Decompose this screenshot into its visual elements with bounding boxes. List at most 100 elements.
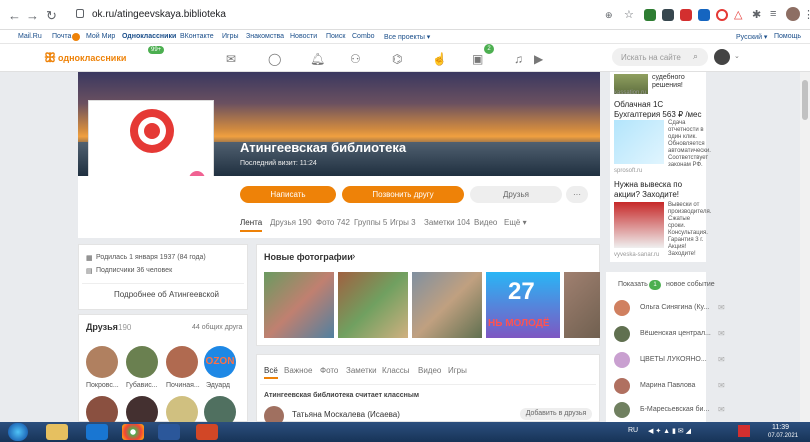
bookmark-mail[interactable]: Почта bbox=[52, 33, 71, 40]
event-item[interactable]: Марина Павлова bbox=[640, 382, 695, 389]
event-avatar[interactable] bbox=[614, 378, 630, 394]
message-icon[interactable]: ✉ bbox=[718, 303, 725, 312]
friend-name[interactable]: Починая... bbox=[166, 382, 200, 389]
message-icon[interactable]: ✉ bbox=[718, 329, 725, 338]
friend-name[interactable]: Покровс... bbox=[86, 382, 119, 389]
search-icon[interactable]: ⌕ bbox=[693, 51, 698, 62]
tab-notes[interactable]: Заметки 104 bbox=[424, 218, 470, 227]
photo-thumb[interactable] bbox=[564, 272, 600, 338]
add-friend-button[interactable]: Добавить в друзья bbox=[520, 408, 592, 420]
ad-top-source[interactable]: kassation.ru bbox=[614, 90, 646, 96]
events-label[interactable]: новое событие bbox=[666, 281, 715, 288]
friend-name[interactable]: Губавис... bbox=[126, 382, 158, 389]
tab-friends[interactable]: Друзья 190 bbox=[270, 218, 312, 227]
clock-date[interactable]: 07.07.2021 bbox=[768, 433, 798, 439]
games-icon[interactable]: ▣ bbox=[472, 52, 483, 66]
more-button[interactable]: ··· bbox=[566, 186, 588, 203]
clock-time[interactable]: 11:39 bbox=[772, 424, 789, 431]
zoom-icon[interactable]: ⊕ bbox=[605, 10, 613, 21]
event-avatar[interactable] bbox=[614, 326, 630, 342]
call-friend-button[interactable]: Позвонить другу bbox=[342, 186, 464, 203]
extension-icon[interactable] bbox=[698, 9, 710, 21]
extension-icon[interactable] bbox=[644, 9, 656, 21]
bookmark-all-projects[interactable]: Все проекты ▾ bbox=[384, 33, 430, 41]
extensions-puzzle-icon[interactable]: ✱ bbox=[752, 8, 761, 21]
event-item[interactable]: Б-Маресьевская би... bbox=[640, 406, 709, 413]
ad1-title[interactable]: Облачная 1С Бухгалтерия 563 ₽ /мес bbox=[614, 100, 708, 120]
event-avatar[interactable] bbox=[614, 402, 630, 418]
word-icon[interactable] bbox=[158, 424, 180, 440]
bookmark-mymir[interactable]: Мой Мир bbox=[86, 33, 115, 40]
friend-name[interactable]: Эдуард bbox=[206, 382, 230, 389]
ad2-source[interactable]: vyveska-sanar.ru bbox=[614, 252, 659, 258]
explorer-icon[interactable] bbox=[46, 424, 68, 440]
more-about-link[interactable]: Подробнее об Атингеевской bbox=[114, 290, 219, 299]
tab-games[interactable]: Игры 3 bbox=[390, 218, 416, 227]
friends-icon[interactable]: ⚇ bbox=[350, 52, 361, 66]
friend-avatar[interactable] bbox=[166, 346, 198, 378]
message-icon[interactable]: ✉ bbox=[718, 381, 725, 390]
common-friends[interactable]: 44 общих друга bbox=[192, 324, 242, 331]
star-icon[interactable]: ☆ bbox=[624, 8, 634, 21]
ad2-image[interactable] bbox=[614, 202, 664, 248]
feed-tab-all[interactable]: Всё bbox=[264, 366, 278, 379]
feed-tab-important[interactable]: Важное bbox=[284, 366, 312, 375]
extension-icon[interactable] bbox=[716, 9, 728, 21]
chevron-down-icon[interactable]: ⌄ bbox=[734, 52, 740, 60]
start-button[interactable] bbox=[8, 423, 28, 441]
language-indicator[interactable]: RU bbox=[628, 427, 638, 434]
ad1-source[interactable]: sprosoft.ru bbox=[614, 168, 642, 174]
photo-thumb[interactable] bbox=[338, 272, 408, 338]
profile-avatar-icon[interactable] bbox=[786, 7, 800, 21]
feed-tab-video[interactable]: Видео bbox=[418, 366, 441, 375]
forward-icon[interactable]: → bbox=[26, 8, 39, 23]
feed-tab-classes[interactable]: Классы bbox=[382, 366, 410, 375]
tab-feed[interactable]: Лента bbox=[240, 218, 263, 232]
bookmark-combo[interactable]: Combo bbox=[352, 33, 375, 40]
extension-icon[interactable]: △ bbox=[734, 8, 742, 21]
bookmark-news[interactable]: Новости bbox=[290, 33, 317, 40]
message-icon[interactable]: ✉ bbox=[718, 405, 725, 414]
reading-list-icon[interactable]: ≡ bbox=[770, 8, 776, 20]
friend-avatar[interactable] bbox=[126, 346, 158, 378]
friends-button[interactable]: Друзья bbox=[470, 186, 562, 203]
tray-icons[interactable]: ◀ ✦ ▲ ▮ ✉ ◢ bbox=[648, 427, 691, 435]
feed-tab-notes[interactable]: Заметки bbox=[346, 366, 377, 375]
messages-icon[interactable]: ✉ bbox=[226, 52, 236, 66]
photo-thumb[interactable] bbox=[264, 272, 334, 338]
ad1-image[interactable] bbox=[614, 120, 664, 164]
help-link[interactable]: Помощь bbox=[774, 33, 801, 40]
ok-logo-icon[interactable]: ꕥ bbox=[44, 50, 56, 66]
friends-title[interactable]: Друзья bbox=[86, 322, 118, 332]
chrome-icon[interactable] bbox=[122, 424, 144, 440]
powerpoint-icon[interactable] bbox=[196, 424, 218, 440]
video-icon[interactable]: ▶ bbox=[534, 52, 543, 66]
reload-icon[interactable]: ↻ bbox=[46, 8, 57, 24]
message-icon[interactable]: ✉ bbox=[718, 355, 725, 364]
bookmark-search[interactable]: Поиск bbox=[326, 33, 345, 40]
tab-photos[interactable]: Фото 742 bbox=[316, 218, 350, 227]
event-item[interactable]: Вёшенская централ... bbox=[640, 330, 711, 337]
ad2-title[interactable]: Нужна вывеска по акции? Заходите! bbox=[614, 180, 708, 200]
ad1-desc[interactable]: Сдача отчетности в один клик. Обновляетс… bbox=[668, 120, 711, 169]
feed-tab-photo[interactable]: Фото bbox=[320, 366, 338, 375]
ad2-desc[interactable]: Вывески от производителя. Сжатые сроки. … bbox=[668, 202, 711, 258]
bookmark-vk[interactable]: ВКонтакте bbox=[180, 33, 214, 40]
feed-tab-games[interactable]: Игры bbox=[448, 366, 467, 375]
feed-person-name[interactable]: Татьяна Москалева (Исаева) bbox=[292, 410, 400, 419]
bookmark-games[interactable]: Игры bbox=[222, 33, 239, 40]
ok-logo-text[interactable]: одноклассники bbox=[58, 53, 126, 63]
subscribers-link[interactable]: Подписчики 36 человек bbox=[96, 267, 172, 274]
chevron-right-icon[interactable]: › bbox=[352, 251, 355, 262]
friend-avatar-ozon[interactable]: OZON bbox=[204, 346, 236, 378]
discussions-icon[interactable]: ◯ bbox=[268, 52, 281, 66]
extension-icon[interactable] bbox=[680, 9, 692, 21]
event-item[interactable]: ЦВЕТЫ ЛУКОЯНО... bbox=[640, 356, 707, 363]
bookmark-ok[interactable]: Одноклассники bbox=[122, 33, 176, 40]
bookmark-dating[interactable]: Знакомства bbox=[246, 33, 284, 40]
guests-icon[interactable]: ⌬ bbox=[392, 52, 402, 66]
language-select[interactable]: Русский ▾ bbox=[736, 33, 767, 41]
zoom-app-icon[interactable] bbox=[86, 424, 108, 440]
photo-thumb[interactable] bbox=[412, 272, 482, 338]
tab-groups[interactable]: Группы 5 bbox=[354, 218, 387, 227]
